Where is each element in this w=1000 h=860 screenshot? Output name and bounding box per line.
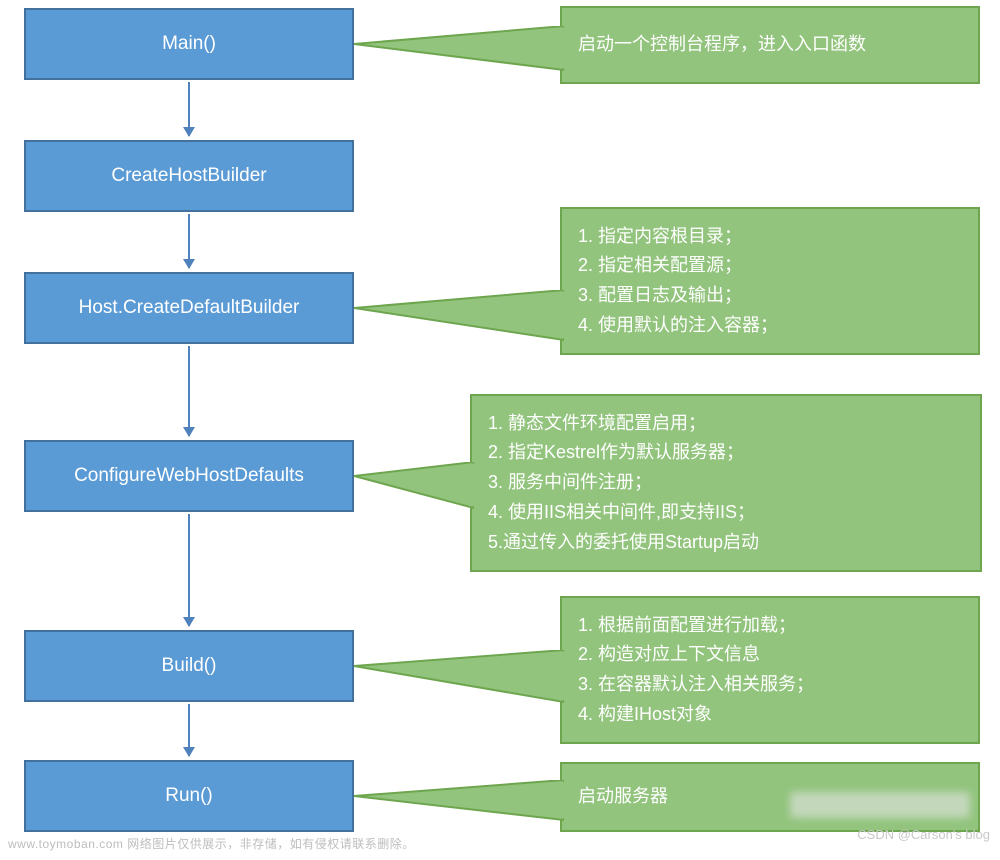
callout-line: 4. 使用IIS相关中间件,即支持IIS； [488,498,964,528]
callout-cdb: 1. 指定内容根目录； 2. 指定相关配置源； 3. 配置日志及输出； 4. 使… [560,207,980,355]
callout-line: 2. 构造对应上下文信息 [578,640,962,670]
callout-line: 5.通过传入的委托使用Startup启动 [488,528,964,558]
watermark-text-right: CSDN @Carson's blog [857,827,990,842]
callout-line: 1. 指定内容根目录； [578,222,962,252]
blurred-watermark [790,792,970,818]
arrow-down-icon [188,514,190,626]
flow-create-default-builder: Host.CreateDefaultBuilder [24,272,354,344]
flow-build: Build() [24,630,354,702]
callout-line: 3. 配置日志及输出； [578,281,962,311]
callout-tail-icon [354,290,564,354]
flow-main-label: Main() [162,33,216,55]
callout-line: 3. 服务中间件注册； [488,468,964,498]
callout-cwh: 1. 静态文件环境配置启用； 2. 指定Kestrel作为默认服务器； 3. 服… [470,394,982,572]
callout-tail-icon [354,650,564,716]
flow-cwh-label: ConfigureWebHostDefaults [74,465,304,487]
callout-line: 2. 指定Kestrel作为默认服务器； [488,438,964,468]
callout-tail-icon [354,462,474,522]
arrow-down-icon [188,346,190,436]
arrow-down-icon [188,82,190,136]
callout-line: 启动一个控制台程序，进入入口函数 [578,30,962,60]
flowchart-diagram: Main() CreateHostBuilder Host.CreateDefa… [0,0,1000,860]
flow-build-label: Build() [162,655,217,677]
callout-line: 3. 在容器默认注入相关服务； [578,670,962,700]
callout-line: 4. 构建IHost对象 [578,700,962,730]
callout-line: 1. 根据前面配置进行加载； [578,611,962,641]
flow-configure-webhost: ConfigureWebHostDefaults [24,440,354,512]
flow-cdb-label: Host.CreateDefaultBuilder [79,297,300,319]
watermark-text-left: www.toymoban.com 网络图片仅供展示，非存储，如有侵权请联系删除。 [8,835,415,852]
arrow-down-icon [188,214,190,268]
flow-main: Main() [24,8,354,80]
callout-tail-icon [354,780,564,832]
arrow-down-icon [188,704,190,756]
flow-run: Run() [24,760,354,832]
callout-main: 启动一个控制台程序，进入入口函数 [560,6,980,84]
callout-line: 4. 使用默认的注入容器； [578,311,962,341]
flow-run-label: Run() [165,785,213,807]
flow-chb-label: CreateHostBuilder [111,165,266,187]
callout-line: 1. 静态文件环境配置启用； [488,409,964,439]
callout-line: 2. 指定相关配置源； [578,251,962,281]
flow-create-host-builder: CreateHostBuilder [24,140,354,212]
callout-tail-icon [354,26,564,86]
callout-build: 1. 根据前面配置进行加载； 2. 构造对应上下文信息 3. 在容器默认注入相关… [560,596,980,744]
